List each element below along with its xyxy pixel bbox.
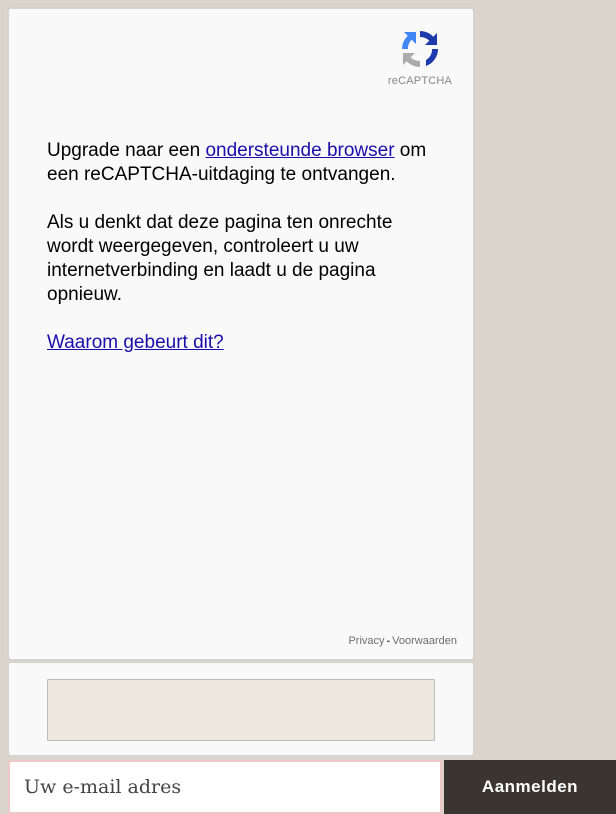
recaptcha-logo: reCAPTCHA [385,25,455,87]
why-link[interactable]: Waarom gebeurt dit? [47,332,224,353]
captcha-footer-links: Privacy - Voorwaarden [348,635,457,647]
footer-separator: - [386,635,391,647]
signup-button[interactable]: Aanmelden [444,760,616,814]
terms-link[interactable]: Voorwaarden [392,635,457,647]
supported-browser-link[interactable]: ondersteunde browser [205,140,394,161]
why-paragraph: Waarom gebeurt dit? [47,331,437,355]
captcha-response-field[interactable] [47,679,435,741]
captcha-message: Upgrade naar een ondersteunde browser om… [47,139,437,379]
recaptcha-frame: reCAPTCHA Upgrade naar een ondersteunde … [8,8,474,660]
recaptcha-logo-text: reCAPTCHA [387,75,453,87]
upgrade-paragraph: Upgrade naar een ondersteunde browser om… [47,139,437,187]
email-input[interactable] [8,760,442,814]
recaptcha-logo-icon [401,30,439,68]
captcha-response-panel [8,662,474,756]
upgrade-text-before: Upgrade naar een [47,140,206,161]
connection-paragraph: Als u denkt dat deze pagina ten onrechte… [47,212,393,305]
newsletter-signup: Aanmelden [0,760,616,814]
privacy-link[interactable]: Privacy [348,635,384,647]
